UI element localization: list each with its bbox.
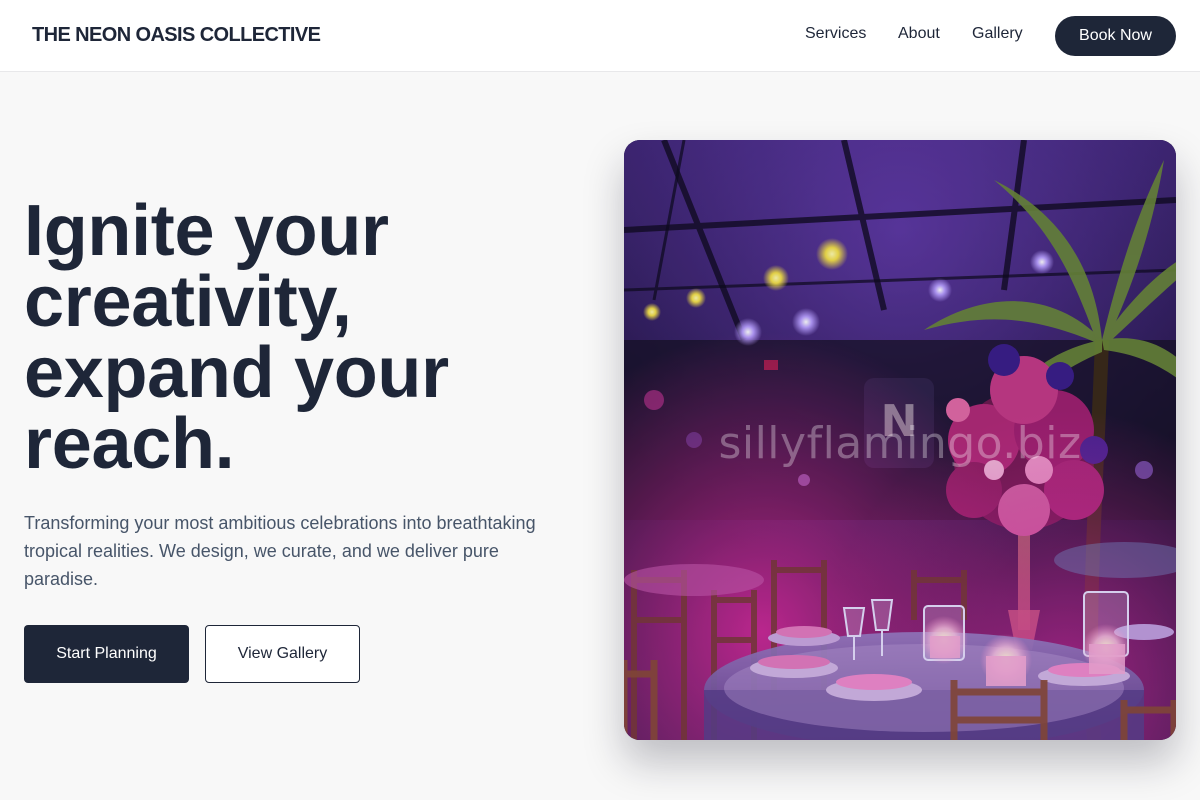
- nav-link-gallery[interactable]: Gallery: [972, 25, 1023, 43]
- book-now-button[interactable]: Book Now: [1055, 16, 1176, 56]
- image-watermark: sillyflamingo.biz: [718, 418, 1082, 469]
- hero-event-photo: N: [624, 140, 1176, 740]
- brand-logo[interactable]: THE NEON OASIS COLLECTIVE: [32, 24, 321, 47]
- nav-link-about[interactable]: About: [898, 25, 940, 43]
- headline-line: creativity,: [24, 262, 352, 342]
- view-gallery-button[interactable]: View Gallery: [205, 625, 360, 683]
- headline-line: expand your: [24, 333, 449, 413]
- site-header: THE NEON OASIS COLLECTIVE Services About…: [0, 0, 1200, 72]
- hero-headline: Ignite your creativity, expand your reac…: [24, 195, 584, 480]
- hero-description: Transforming your most ambitious celebra…: [24, 513, 536, 589]
- start-planning-button[interactable]: Start Planning: [24, 625, 189, 683]
- nav-link-services[interactable]: Services: [805, 25, 866, 43]
- headline-line: reach.: [24, 404, 235, 484]
- headline-line: Ignite your: [24, 191, 389, 271]
